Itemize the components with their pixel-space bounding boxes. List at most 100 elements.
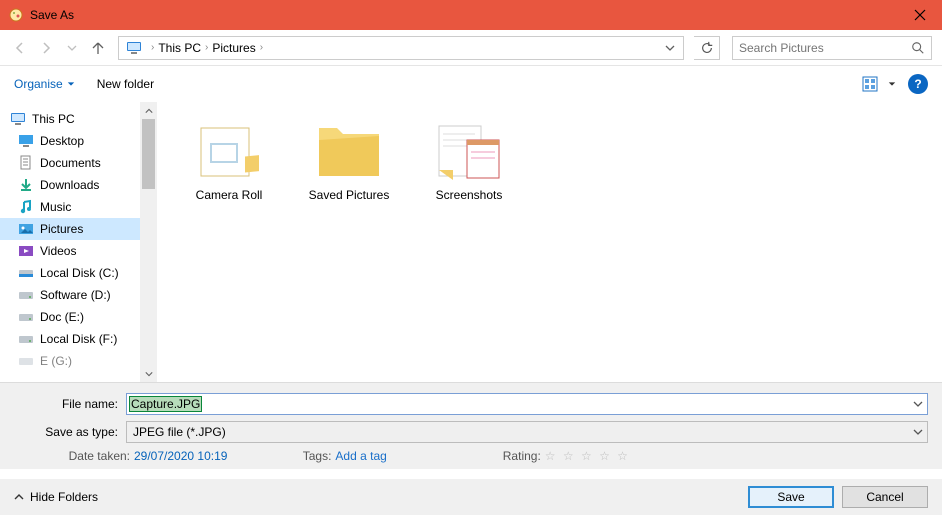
documents-icon: [18, 155, 34, 171]
chevron-down-icon: [888, 80, 896, 88]
toolbar: Organise New folder ?: [0, 66, 942, 102]
chevron-down-icon: [913, 427, 923, 437]
new-folder-button[interactable]: New folder: [97, 77, 154, 91]
tree-label: Music: [40, 200, 71, 214]
scroll-down-icon[interactable]: [140, 365, 157, 382]
folder-icon: [313, 122, 385, 182]
app-icon: [8, 7, 24, 23]
rating-stars[interactable]: ☆ ☆ ☆ ☆ ☆: [545, 449, 630, 463]
tree-label: Doc (E:): [40, 310, 84, 324]
drive-icon: [18, 287, 34, 303]
downloads-icon: [18, 177, 34, 193]
videos-icon: [18, 243, 34, 259]
tree-videos[interactable]: Videos: [0, 240, 140, 262]
tree-label: Local Disk (C:): [40, 266, 119, 280]
folder-icon: [433, 122, 505, 182]
folder-saved-pictures[interactable]: Saved Pictures: [301, 122, 397, 202]
tree-label: Pictures: [40, 222, 83, 236]
pc-icon: [125, 39, 143, 57]
up-button[interactable]: [88, 38, 108, 58]
date-taken-value[interactable]: 29/07/2020 10:19: [134, 449, 227, 463]
tree-desktop[interactable]: Desktop: [0, 130, 140, 152]
hide-folders-toggle[interactable]: Hide Folders: [14, 490, 98, 504]
view-menu[interactable]: [862, 76, 896, 92]
tree-music[interactable]: Music: [0, 196, 140, 218]
address-dropdown-icon[interactable]: [659, 43, 681, 53]
tree-downloads[interactable]: Downloads: [0, 174, 140, 196]
folder-camera-roll[interactable]: Camera Roll: [181, 122, 277, 202]
tags-label: Tags:: [291, 449, 331, 463]
scroll-track[interactable]: [140, 119, 157, 365]
tree-pane: This PC Desktop Documents Downloads Musi…: [0, 102, 140, 382]
scroll-thumb[interactable]: [142, 119, 155, 189]
window-title: Save As: [30, 8, 897, 22]
filename-value: Capture.JPG: [129, 396, 202, 412]
music-icon: [18, 199, 34, 215]
chevron-right-icon: ›: [205, 42, 208, 53]
close-button[interactable]: [897, 0, 942, 30]
filename-label: File name:: [14, 397, 126, 411]
main-area: This PC Desktop Documents Downloads Musi…: [0, 102, 942, 382]
chevron-up-icon: [14, 492, 24, 502]
tree-documents[interactable]: Documents: [0, 152, 140, 174]
tree-label: Local Disk (F:): [40, 332, 117, 346]
tree-drive-c[interactable]: Local Disk (C:): [0, 262, 140, 284]
tags-add[interactable]: Add a tag: [335, 449, 386, 463]
date-taken-label: Date taken:: [54, 449, 130, 463]
hide-folders-label: Hide Folders: [30, 490, 98, 504]
tree-drive-f[interactable]: Local Disk (F:): [0, 328, 140, 350]
organise-label: Organise: [14, 77, 63, 91]
forward-button[interactable]: [36, 38, 56, 58]
nav-row: › This PC › Pictures ›: [0, 30, 942, 66]
tree-label: Downloads: [40, 178, 99, 192]
tree-drive-e[interactable]: Doc (E:): [0, 306, 140, 328]
organise-menu[interactable]: Organise: [14, 77, 75, 91]
address-bar[interactable]: › This PC › Pictures ›: [118, 36, 684, 60]
savetype-label: Save as type:: [14, 425, 126, 439]
footer: Hide Folders Save Cancel: [0, 479, 942, 515]
desktop-icon: [18, 133, 34, 149]
drive-icon: [18, 265, 34, 281]
breadcrumb-this-pc[interactable]: This PC: [158, 41, 201, 55]
savetype-value: JPEG file (*.JPG): [133, 425, 226, 439]
file-pane[interactable]: Camera Roll Saved Pictures Screenshots: [157, 102, 942, 382]
tree-label: This PC: [32, 112, 75, 126]
back-button[interactable]: [10, 38, 30, 58]
recent-dropdown[interactable]: [62, 38, 82, 58]
save-button[interactable]: Save: [748, 486, 834, 508]
tree-label: Software (D:): [40, 288, 111, 302]
search-input[interactable]: [739, 41, 911, 55]
drive-icon: [18, 353, 34, 369]
search-box[interactable]: [732, 36, 932, 60]
tree-label: Videos: [40, 244, 76, 258]
tree-label: Documents: [40, 156, 101, 170]
help-button[interactable]: ?: [908, 74, 928, 94]
tree-drive-g[interactable]: E (G:): [0, 350, 140, 372]
tree-scrollbar[interactable]: [140, 102, 157, 382]
rating-label: Rating:: [491, 449, 541, 463]
title-bar: Save As: [0, 0, 942, 30]
refresh-button[interactable]: [694, 36, 720, 60]
scroll-up-icon[interactable]: [140, 102, 157, 119]
tree-label: Desktop: [40, 134, 84, 148]
tree-drive-d[interactable]: Software (D:): [0, 284, 140, 306]
breadcrumb-pictures[interactable]: Pictures: [212, 41, 255, 55]
filename-input[interactable]: Capture.JPG: [126, 393, 928, 415]
folder-label: Screenshots: [436, 188, 503, 202]
folder-label: Camera Roll: [196, 188, 263, 202]
folder-icon: [193, 122, 265, 182]
cancel-button[interactable]: Cancel: [842, 486, 928, 508]
pc-icon: [10, 111, 26, 127]
tree-pictures[interactable]: Pictures: [0, 218, 140, 240]
tree-label: E (G:): [40, 354, 72, 368]
chevron-right-icon: ›: [260, 42, 263, 53]
chevron-right-icon: ›: [151, 42, 154, 53]
search-icon: [911, 41, 925, 55]
filename-dropdown-icon[interactable]: [913, 399, 923, 409]
drive-icon: [18, 309, 34, 325]
view-icon: [862, 76, 884, 92]
savetype-select[interactable]: JPEG file (*.JPG): [126, 421, 928, 443]
folder-screenshots[interactable]: Screenshots: [421, 122, 517, 202]
tree-this-pc[interactable]: This PC: [0, 108, 140, 130]
folder-label: Saved Pictures: [309, 188, 390, 202]
